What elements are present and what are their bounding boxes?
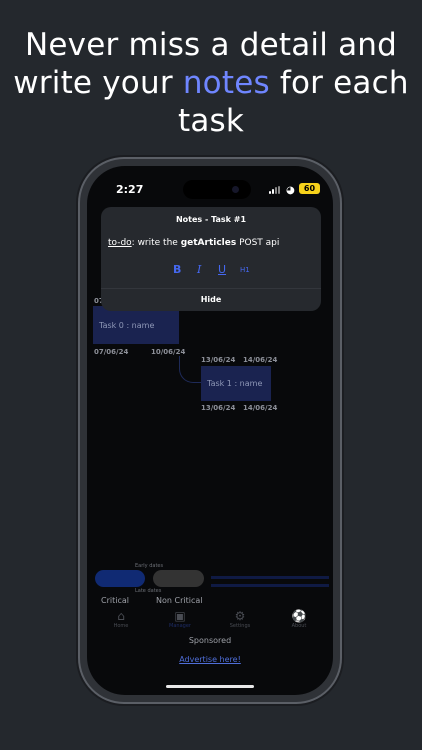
gantt-task-0-label: Task 0 : name [99, 320, 155, 330]
task1-start-top: 13/06/24 [201, 356, 236, 364]
tab-home[interactable]: ⌂ Home [101, 609, 141, 629]
headline-line-1: Never miss a detail and [25, 27, 397, 63]
promo-headline: Never miss a detail and write your notes… [0, 26, 422, 140]
task1-start-date: 13/06/24 [201, 404, 236, 412]
legend-critical-pill [95, 570, 145, 587]
home-indicator[interactable] [166, 685, 254, 688]
task0-end-date: 10/06/24 [151, 348, 186, 356]
italic-button[interactable]: I [197, 263, 201, 276]
bold-button[interactable]: B [173, 263, 181, 276]
heading1-button[interactable]: H1 [240, 266, 250, 274]
hide-button[interactable]: Hide [101, 289, 321, 311]
notes-editor[interactable]: to-do: write the getArticles POST api [108, 238, 279, 248]
gantt-task-1-label: Task 1 : name [207, 379, 263, 388]
notes-bold-text: getArticles [180, 238, 237, 248]
notes-dialog-title: Notes - Task #1 [175, 215, 247, 224]
underline-button[interactable]: U [218, 263, 226, 276]
legend-late-dates: Late dates [135, 588, 162, 594]
tab-manager-label: Manager [169, 623, 191, 629]
phone-frame: 2:27 ◕ 60 07 Task 0 : name 07/06/24 10/0… [80, 159, 340, 702]
task1-end-date: 14/06/24 [243, 404, 278, 412]
legend-faint-bar [211, 576, 329, 579]
notes-text-mid: : write the [131, 238, 181, 248]
tab-home-label: Home [113, 623, 129, 629]
briefcase-icon: ▣ [174, 609, 186, 623]
tab-manager[interactable]: ▣ Manager [160, 609, 200, 629]
notes-underlined-text: to-do [108, 238, 132, 248]
headline-line-2-pre: write your [13, 65, 183, 101]
gantt-task-0[interactable]: Task 0 : name [93, 306, 179, 344]
soccer-ball-icon: ⚽ [291, 609, 307, 623]
headline-line-3: task [177, 103, 245, 139]
gantt-task-1[interactable]: Task 1 : name [201, 366, 271, 401]
tab-settings[interactable]: ⚙ Settings [220, 609, 260, 629]
legend-early-dates: Early dates [135, 563, 164, 569]
notes-dialog: Notes - Task #1 to-do: write the getArti… [101, 207, 321, 311]
tab-about-label: About [291, 623, 307, 629]
notes-text-suffix: POST api [236, 238, 280, 248]
advertise-link[interactable]: Advertise here! [87, 655, 333, 664]
legend-noncritical-label: Non Critical [156, 596, 203, 605]
task1-end-top: 14/06/24 [243, 356, 278, 364]
headline-accent-word: notes [182, 65, 270, 101]
tab-settings-label: Settings [229, 623, 251, 629]
home-icon: ⌂ [117, 609, 125, 623]
headline-line-2-post: for each [269, 65, 409, 101]
task0-start-date: 07/06/24 [94, 348, 129, 356]
sponsored-label: Sponsored [188, 636, 232, 645]
tab-about[interactable]: ⚽ About [279, 609, 319, 629]
phone-screen: 2:27 ◕ 60 07 Task 0 : name 07/06/24 10/0… [87, 166, 333, 695]
legend-critical-label: Critical [101, 596, 129, 605]
legend-faint-bar-2 [211, 584, 329, 587]
legend-noncritical-pill [153, 570, 204, 587]
gear-icon: ⚙ [234, 609, 246, 623]
